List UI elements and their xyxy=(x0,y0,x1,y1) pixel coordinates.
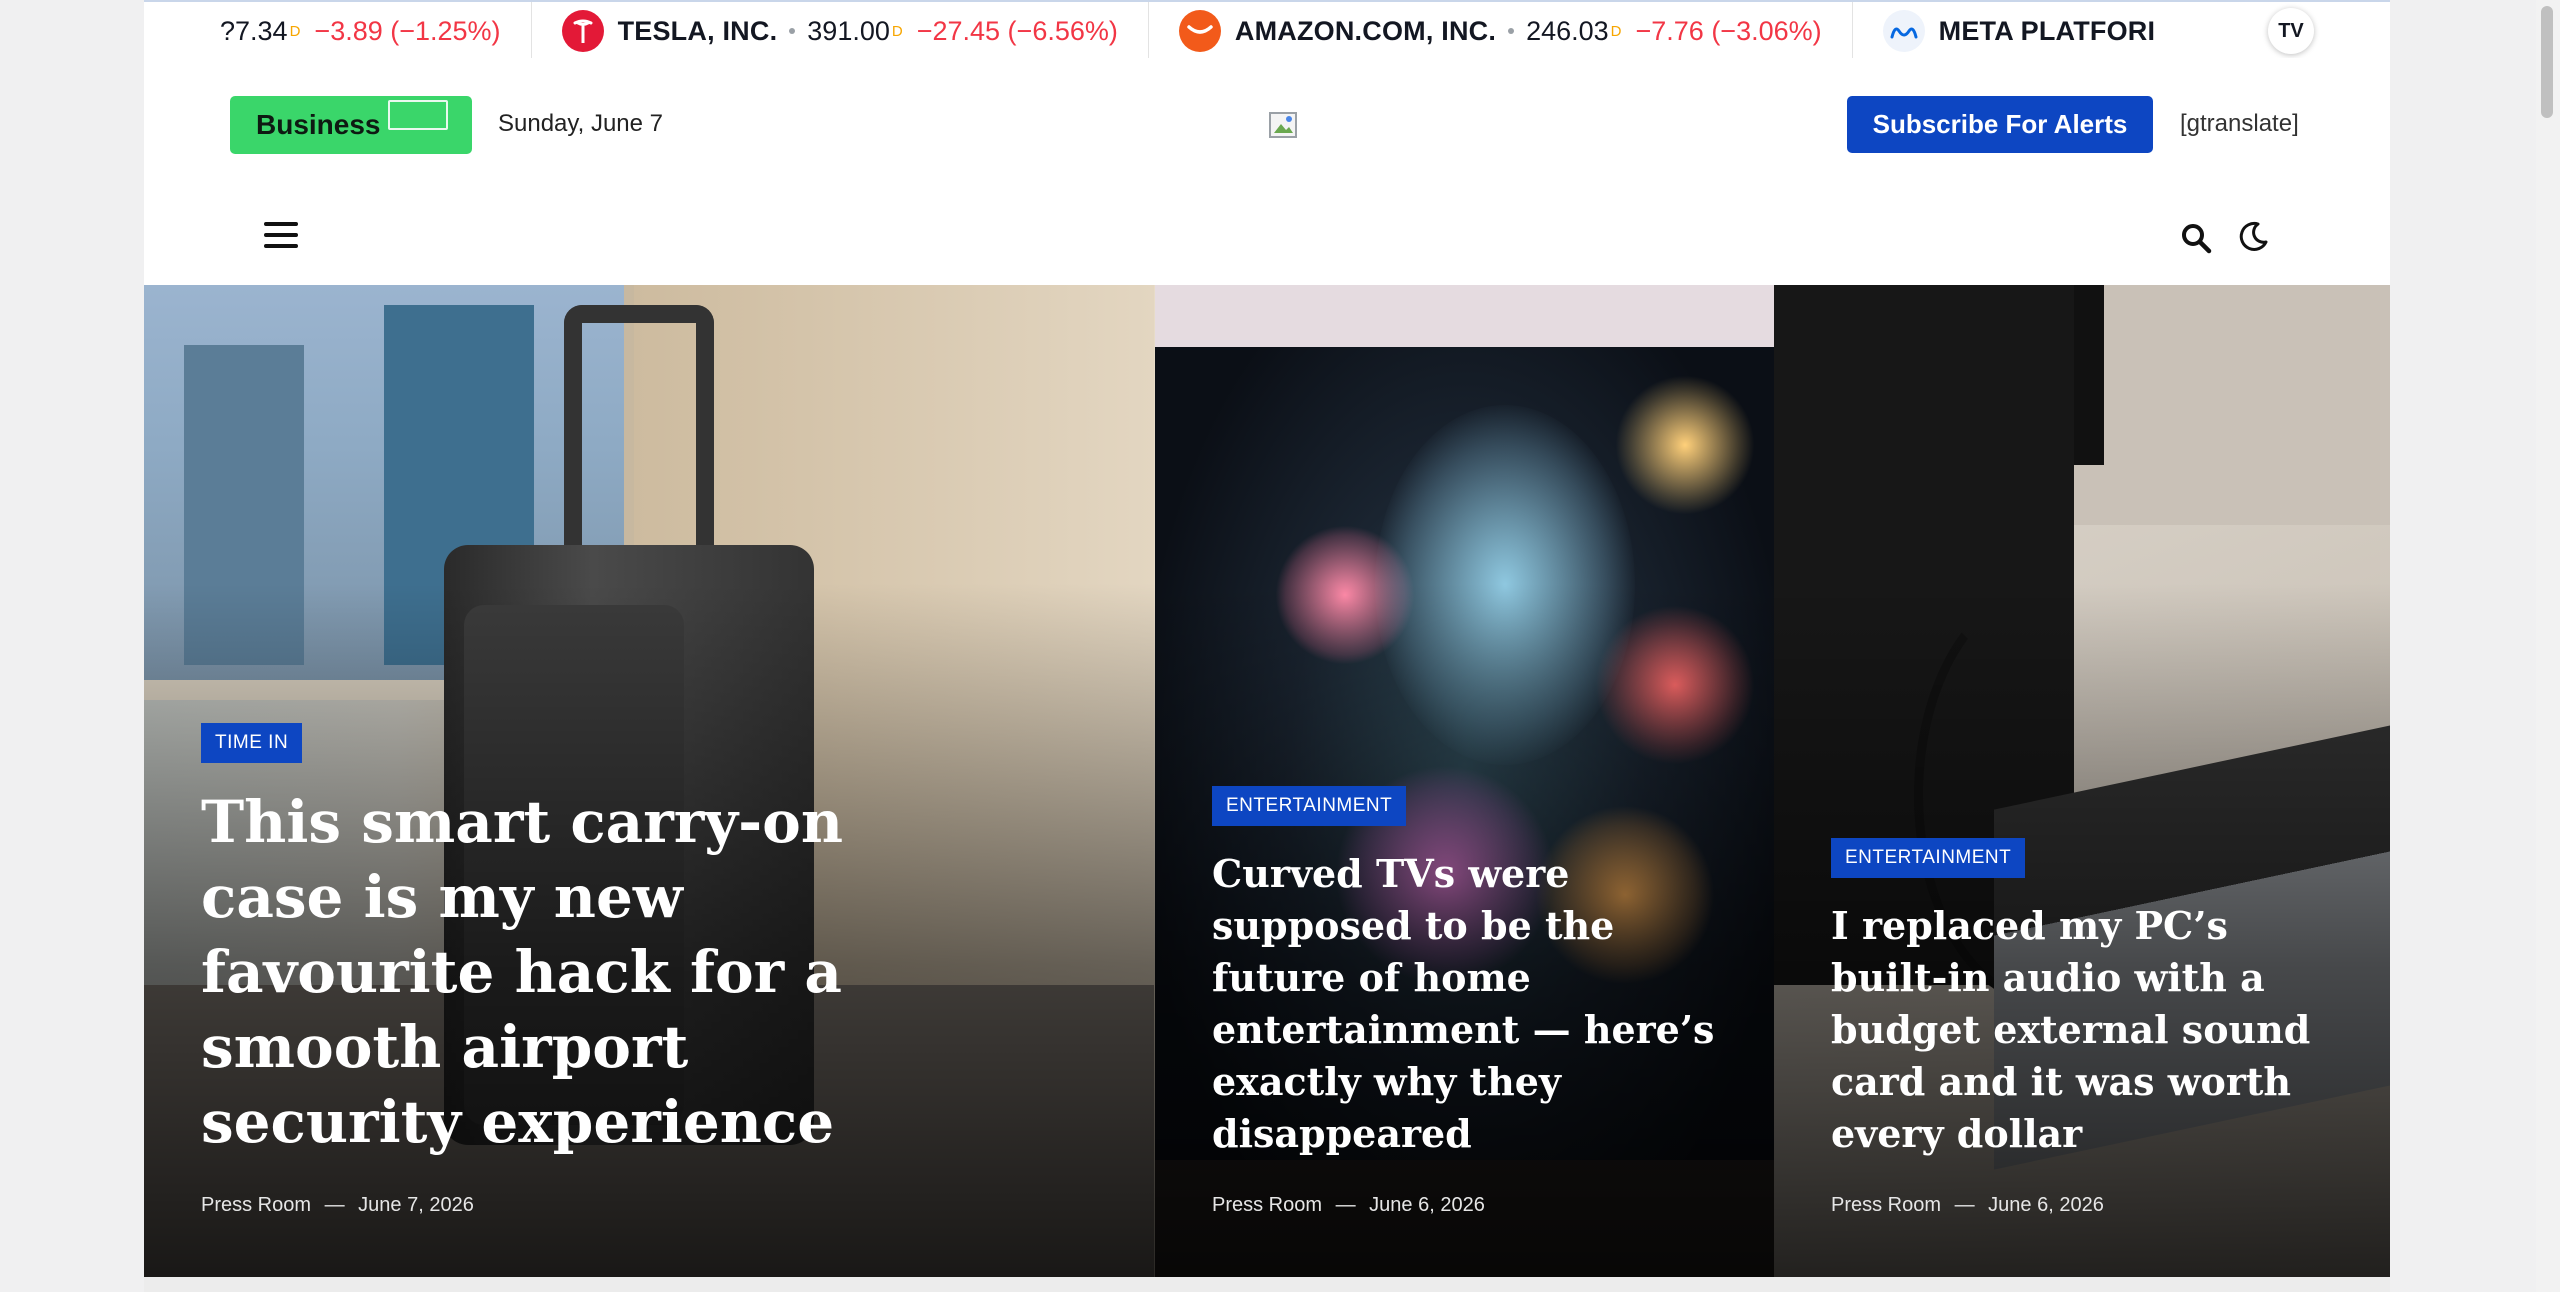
ticker-name: META PLATFORI xyxy=(1938,15,2156,46)
hero-card[interactable]: ENTERTAINMENT Curved TVs were supposed t… xyxy=(1155,285,1774,1277)
article-date: June 7, 2026 xyxy=(358,1194,474,1216)
ticker-item[interactable]: ?7.34 D −3.89 (−1.25%) xyxy=(220,2,532,58)
vertical-scrollbar[interactable] xyxy=(2536,0,2560,1292)
ticker-dot xyxy=(1508,28,1515,34)
gtranslate-placeholder: [gtranslate] xyxy=(2180,110,2299,137)
current-date: Sunday, June 7 xyxy=(498,110,664,137)
ticker-item[interactable]: AMAZON.COM, INC. 246.03 D −7.76 (−3.06%) xyxy=(1178,2,1853,58)
article-date: June 6, 2026 xyxy=(1988,1194,2104,1216)
ticker-change: −27.45 (−6.56%) xyxy=(916,15,1118,46)
ticker-name: TESLA, INC. xyxy=(617,15,778,46)
amazon-logo-icon xyxy=(1178,10,1221,52)
article-author[interactable]: Press Room xyxy=(1831,1194,1941,1216)
broken-image-icon xyxy=(1269,112,1297,138)
page-bottom-strip xyxy=(144,1277,2390,1292)
search-icon[interactable] xyxy=(2180,222,2212,254)
category-badge[interactable]: TIME IN xyxy=(201,723,303,763)
category-badge[interactable]: ENTERTAINMENT xyxy=(1212,786,1407,826)
site-logo[interactable] xyxy=(1267,110,1299,140)
menu-icon[interactable] xyxy=(264,222,298,252)
site-header: Business Sunday, June 7 Subscribe For Al… xyxy=(144,58,2390,192)
article-title[interactable]: Curved TVs were supposed to be the futur… xyxy=(1212,848,1724,1160)
ticker-delay-marker: D xyxy=(891,22,903,40)
ticker-track: ?7.34 D −3.89 (−1.25%) TESLA, INC. 391.0… xyxy=(220,2,2215,58)
article-meta: Press Room — June 6, 2026 xyxy=(1212,1194,1724,1217)
hero-card-content: TIME IN This smart carry-on case is my n… xyxy=(201,723,1105,1217)
article-author[interactable]: Press Room xyxy=(201,1194,311,1216)
subscribe-button[interactable]: Subscribe For Alerts xyxy=(1847,96,2153,153)
ticker-delay-marker: D xyxy=(1610,22,1622,40)
scrollbar-thumb[interactable] xyxy=(2541,6,2553,118)
hero-card[interactable]: ENTERTAINMENT I replaced my PC’s built-i… xyxy=(1774,285,2390,1277)
ticker-delay-marker: D xyxy=(289,22,301,40)
tesla-logo-icon xyxy=(561,10,604,52)
ticker-item[interactable]: TESLA, INC. 391.00 D −27.45 (−6.56%) xyxy=(561,2,1149,58)
article-meta: Press Room — June 7, 2026 xyxy=(201,1194,1105,1217)
hero-card-content: ENTERTAINMENT Curved TVs were supposed t… xyxy=(1212,786,1724,1217)
ticker-price: 246.03 xyxy=(1526,15,1609,46)
hero-card-content: ENTERTAINMENT I replaced my PC’s built-i… xyxy=(1831,838,2340,1217)
meta-logo-icon xyxy=(1882,10,1925,52)
stock-ticker[interactable]: ?7.34 D −3.89 (−1.25%) TESLA, INC. 391.0… xyxy=(144,0,2390,58)
ticker-item[interactable]: META PLATFORI xyxy=(1882,2,2186,58)
meta-separator: — xyxy=(1954,1194,1975,1216)
meta-separator: — xyxy=(1335,1194,1356,1216)
broken-image-icon xyxy=(388,100,448,130)
tradingview-badge[interactable]: TV xyxy=(2268,8,2314,54)
article-author[interactable]: Press Room xyxy=(1212,1194,1322,1216)
article-meta: Press Room — June 6, 2026 xyxy=(1831,1194,2340,1217)
ticker-dot xyxy=(789,28,796,34)
meta-separator: — xyxy=(324,1194,345,1216)
ticker-name: AMAZON.COM, INC. xyxy=(1234,15,1497,46)
page: ?7.34 D −3.89 (−1.25%) TESLA, INC. 391.0… xyxy=(144,0,2390,1292)
category-pill-label: Business xyxy=(256,109,381,140)
dark-mode-toggle-icon[interactable] xyxy=(2236,220,2270,254)
article-title[interactable]: I replaced my PC’s built-in audio with a… xyxy=(1831,900,2340,1160)
ticker-price: 391.00 xyxy=(807,15,890,46)
ticker-price: ?7.34 xyxy=(220,15,288,46)
category-badge[interactable]: ENTERTAINMENT xyxy=(1831,838,2026,878)
hero-grid: TIME IN This smart carry-on case is my n… xyxy=(144,285,2390,1277)
ticker-change: −7.76 (−3.06%) xyxy=(1635,15,1822,46)
nav-bar xyxy=(144,192,2390,284)
article-date: June 6, 2026 xyxy=(1369,1194,1485,1216)
hero-card-featured[interactable]: TIME IN This smart carry-on case is my n… xyxy=(144,285,1155,1277)
category-pill-business[interactable]: Business xyxy=(230,96,472,154)
article-title[interactable]: This smart carry-on case is my new favou… xyxy=(201,785,941,1160)
ticker-change: −3.89 (−1.25%) xyxy=(314,15,501,46)
